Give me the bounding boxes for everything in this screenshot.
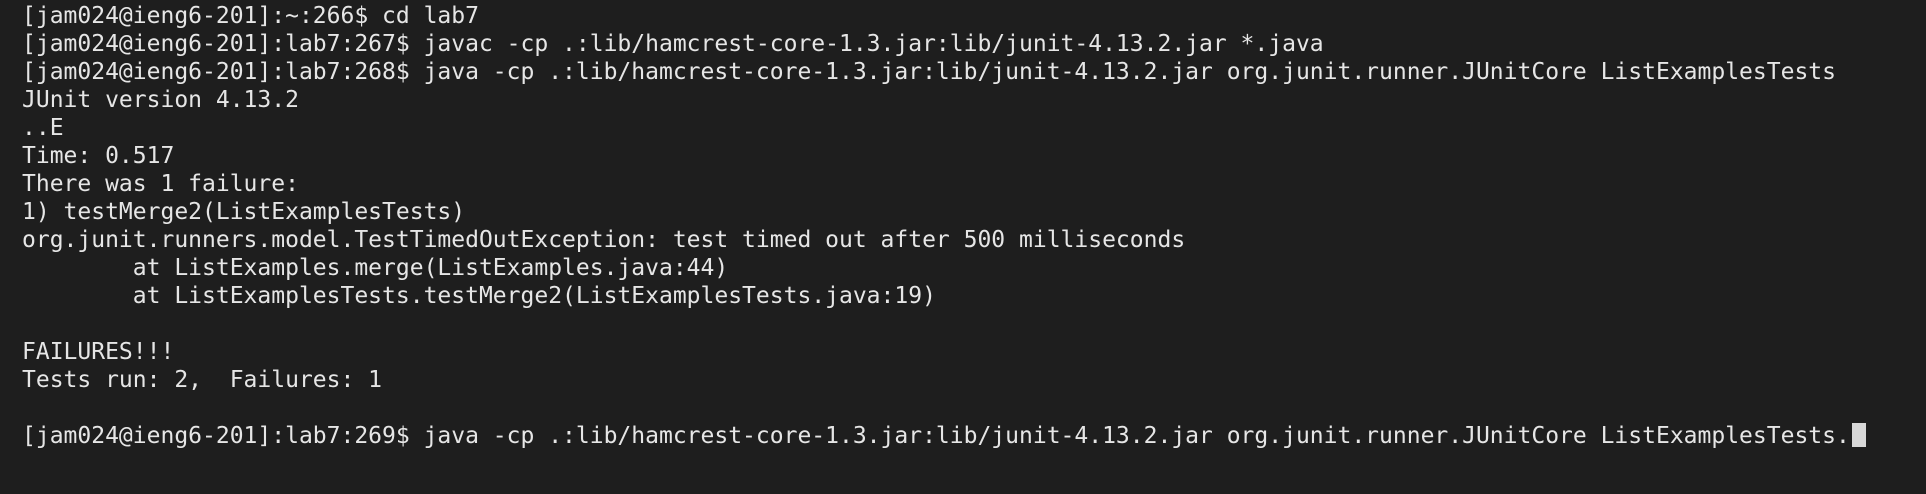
terminal-line-command-java: [jam024@ieng6-201]:lab7:268$ java -cp .:… [22, 59, 1836, 85]
terminal-line-time: Time: 0.517 [22, 143, 175, 169]
terminal-line-command-cd: [jam024@ieng6-201]:~:266$ cd lab7 [22, 3, 479, 29]
terminal-line-test-progress: ..E [22, 115, 64, 141]
terminal-window[interactable]: [jam024@ieng6-201]:~:266$ cd lab7 [jam02… [0, 0, 1926, 494]
terminal-line-command-javac: [jam024@ieng6-201]:lab7:267$ javac -cp .… [22, 31, 1324, 57]
terminal-cursor [1851, 423, 1866, 447]
terminal-line-stack-frame: at ListExamples.merge(ListExamples.java:… [22, 255, 729, 281]
terminal-prompt-input-line[interactable]: [jam024@ieng6-201]:lab7:269$ java -cp .:… [22, 422, 1926, 450]
terminal-line-stack-frame: at ListExamplesTests.testMerge2(ListExam… [22, 283, 936, 309]
terminal-current-command[interactable]: [jam024@ieng6-201]:lab7:269$ java -cp .:… [22, 423, 1850, 449]
terminal-line-failure-count: There was 1 failure: [22, 171, 299, 197]
terminal-line-exception: org.junit.runners.model.TestTimedOutExce… [22, 227, 1186, 253]
terminal-line-junit-version: JUnit version 4.13.2 [22, 87, 299, 113]
terminal-line-failures-banner: FAILURES!!! [22, 339, 175, 365]
terminal-line-tests-summary: Tests run: 2, Failures: 1 [22, 367, 383, 393]
terminal-line-failure-item: 1) testMerge2(ListExamplesTests) [22, 199, 466, 225]
